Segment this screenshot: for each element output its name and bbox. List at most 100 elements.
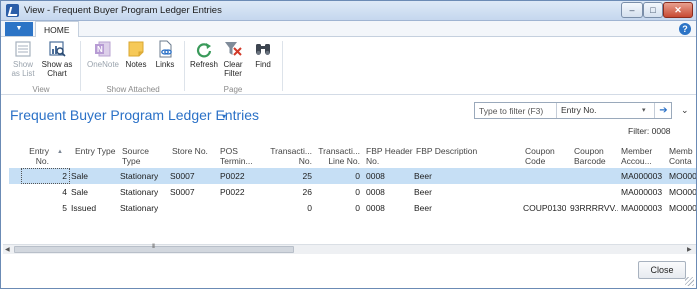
sort-ascending-icon: ▲ xyxy=(57,149,63,155)
filter-field-select[interactable]: Entry No. xyxy=(561,105,596,115)
cell-store-no: S0007 xyxy=(170,187,195,197)
cell-source-type: Stationary xyxy=(120,171,159,181)
cell-member-account: MA000003 xyxy=(621,203,663,213)
column-header-member-account[interactable]: Member Accou... xyxy=(621,146,652,166)
notes-button[interactable]: Notes xyxy=(123,40,149,69)
show-as-list-label1: Show xyxy=(12,60,33,69)
cell-fbp-header-no: 0008 xyxy=(366,171,385,181)
window-title: View - Frequent Buyer Program Ledger Ent… xyxy=(24,5,222,16)
minimize-button[interactable]: – xyxy=(621,2,643,18)
table-row[interactable]: 2 Sale Stationary S0007 P0022 25 0 0008 … xyxy=(9,168,696,184)
group-label-page: Page xyxy=(223,85,243,94)
column-header-transaction-no[interactable]: Transacti... No. xyxy=(262,146,312,166)
close-button[interactable]: Close xyxy=(638,261,686,279)
cell-entry-type: Issued xyxy=(71,203,97,213)
horizontal-scrollbar[interactable]: ◀ III ▶ xyxy=(3,244,696,254)
filter-box: Entry No. ▾ ➔ xyxy=(474,102,672,119)
filter-info: Filter: 0008 xyxy=(628,126,671,136)
onenote-label: OneNote xyxy=(86,60,120,69)
show-as-chart-button[interactable]: Show as Chart xyxy=(39,40,75,78)
cell-entry-type: Sale xyxy=(71,187,89,197)
cell-source-type: Stationary xyxy=(120,187,159,197)
cell-transaction-line-no: 0 xyxy=(355,171,360,181)
cell-entry-no: 2 xyxy=(62,171,67,181)
column-header-transaction-line-no[interactable]: Transacti... Line No. xyxy=(312,146,360,166)
cell-coupon-code: COUP0130 xyxy=(523,203,567,213)
title-bar: View - Frequent Buyer Program Ledger Ent… xyxy=(1,1,696,21)
column-header-entry-type[interactable]: Entry Type xyxy=(75,146,115,156)
cell-member-account: MA000003 xyxy=(621,171,663,181)
scrollbar-grip-icon: III xyxy=(152,244,155,250)
help-icon[interactable]: ? xyxy=(679,23,691,35)
column-header-coupon-code[interactable]: Coupon Code xyxy=(525,146,555,166)
group-label-view: View xyxy=(32,85,50,94)
ribbon-divider xyxy=(282,41,283,91)
show-as-chart-label2: Chart xyxy=(47,69,67,78)
group-label-show-attached: Show Attached xyxy=(106,85,160,94)
collapse-chevron-icon[interactable]: ⌄ xyxy=(681,105,689,116)
cell-entry-no: 4 xyxy=(62,187,67,197)
filter-input[interactable] xyxy=(475,103,557,118)
cell-member-contact: MO000 xyxy=(669,187,696,197)
footer: Close xyxy=(1,255,696,288)
cell-transaction-line-no: 0 xyxy=(355,187,360,197)
window: View - Frequent Buyer Program Ledger Ent… xyxy=(0,0,697,289)
scroll-right-arrow-icon[interactable]: ▶ xyxy=(687,246,692,253)
column-header-fbp-description[interactable]: FBP Description xyxy=(416,146,477,156)
ribbon: Show as List Show as Chart View N OneNot… xyxy=(1,37,696,95)
notes-icon xyxy=(128,41,144,57)
scroll-left-arrow-icon[interactable]: ◀ xyxy=(5,246,10,253)
maximize-button[interactable]: □ xyxy=(643,2,663,18)
ledger-entries-grid: Entry No. ▲ Entry Type Source Type Store N… xyxy=(9,141,696,247)
cell-fbp-description: Beer xyxy=(414,171,432,181)
column-header-entry-no[interactable]: Entry No. xyxy=(23,146,49,166)
find-button[interactable]: Find xyxy=(250,40,276,69)
cell-entry-type: Sale xyxy=(71,171,89,181)
show-as-list-label2: as List xyxy=(11,69,35,78)
links-icon xyxy=(159,40,172,58)
svg-text:N: N xyxy=(97,45,103,54)
refresh-button[interactable]: Refresh xyxy=(188,40,220,69)
app-logo-icon xyxy=(6,4,19,17)
clear-filter-label1: Clear xyxy=(223,60,243,69)
page-title-chevron-down-icon[interactable]: ▾ xyxy=(222,112,226,121)
cell-store-no: S0007 xyxy=(170,171,195,181)
refresh-label: Refresh xyxy=(189,60,218,69)
cell-coupon-barcode: 93RRRRVV... xyxy=(570,203,618,213)
cell-member-account: MA000003 xyxy=(621,187,663,197)
cell-pos-terminal: P0022 xyxy=(220,171,245,181)
chart-icon xyxy=(49,41,66,57)
table-row[interactable]: 4 Sale Stationary S0007 P0022 26 0 0008 … xyxy=(9,184,696,200)
table-row[interactable]: 5 Issued Stationary 0 0 0008 Beer COUP01… xyxy=(9,200,696,216)
ribbon-divider xyxy=(80,41,81,91)
find-label: Find xyxy=(255,60,271,69)
column-header-source-type[interactable]: Source Type xyxy=(122,146,149,166)
cell-fbp-header-no: 0008 xyxy=(366,187,385,197)
filter-field-chevron-down-icon[interactable]: ▾ xyxy=(642,106,646,114)
column-header-member-contact[interactable]: Memb Conta xyxy=(669,146,693,166)
cell-member-contact: MO000 xyxy=(669,171,696,181)
list-icon xyxy=(15,41,31,57)
apply-filter-arrow-icon[interactable]: ➔ xyxy=(654,103,672,118)
tab-home[interactable]: HOME xyxy=(35,21,79,38)
links-label: Links xyxy=(155,60,175,69)
cell-transaction-no: 0 xyxy=(307,203,312,213)
clear-filter-icon xyxy=(225,42,242,56)
clear-filter-button[interactable]: Clear Filter xyxy=(221,40,245,78)
column-header-pos-terminal[interactable]: POS Termin... xyxy=(220,146,253,166)
links-button[interactable]: Links xyxy=(152,40,178,69)
ribbon-menu-dropdown-icon[interactable]: ▼ xyxy=(5,22,33,36)
scrollbar-thumb[interactable]: III xyxy=(14,244,294,253)
column-header-fbp-header-no[interactable]: FBP Header No. xyxy=(366,146,413,166)
column-header-coupon-barcode[interactable]: Coupon Barcode xyxy=(574,146,606,166)
binoculars-icon xyxy=(256,44,270,55)
column-header-store-no[interactable]: Store No. xyxy=(172,146,208,156)
ribbon-tab-bar: ▼ HOME ? xyxy=(1,21,696,38)
cell-fbp-description: Beer xyxy=(414,187,432,197)
resize-grip-icon[interactable] xyxy=(685,277,694,286)
close-window-button[interactable]: ✕ xyxy=(663,2,693,18)
cell-transaction-no: 25 xyxy=(302,171,312,181)
onenote-button[interactable]: N OneNote xyxy=(85,40,121,69)
show-as-list-button[interactable]: Show as List xyxy=(11,40,35,78)
cell-fbp-header-no: 0008 xyxy=(366,203,385,213)
